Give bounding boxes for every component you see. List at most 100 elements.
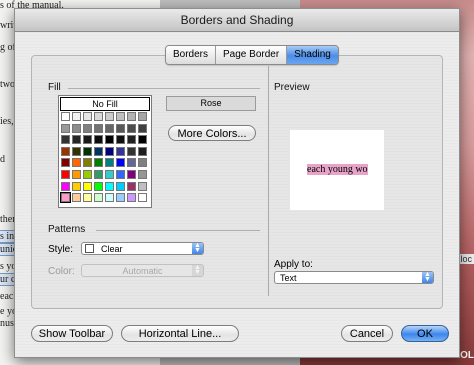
color-swatch[interactable] [94,135,103,145]
color-swatch[interactable] [116,135,125,145]
style-label: Style: [48,244,74,255]
apply-to-value: Text [280,273,297,283]
preview-section-label: Preview [274,82,310,93]
style-popup[interactable]: Clear ▲ ▼ [81,242,204,255]
color-swatch[interactable] [105,158,114,168]
color-swatch[interactable] [116,193,125,203]
ok-button[interactable]: OK [401,325,449,342]
color-swatch[interactable] [83,193,92,203]
color-swatch[interactable] [138,193,147,203]
color-swatch[interactable] [127,146,136,156]
color-swatch[interactable] [138,135,147,145]
popup-arrows-icon: ▲ ▼ [422,271,433,283]
popup-arrows-icon: ▲ ▼ [192,242,203,254]
tab-bar: Borders Page Border Shading [165,45,339,65]
color-swatch[interactable] [105,112,114,121]
color-swatch[interactable] [72,181,81,191]
color-swatch[interactable] [72,112,81,121]
color-swatch[interactable] [61,123,70,133]
color-popup-value: Automatic [122,266,163,276]
preview-sample-text: each young wo [307,164,368,175]
color-swatch[interactable] [94,181,103,191]
color-swatch[interactable] [127,123,136,133]
content-panel: Fill No Fill Rose More Colors... Pattern… [31,55,443,309]
color-swatch[interactable] [94,123,103,133]
color-swatch[interactable] [94,193,103,203]
color-swatch[interactable] [72,170,81,179]
color-swatch[interactable] [105,193,114,203]
color-swatch-grid: No Fill [58,95,152,208]
bg-photo-text: loc [458,254,474,264]
color-swatch[interactable] [138,170,147,179]
horizontal-line-button[interactable]: Horizontal Line... [121,325,239,342]
tab-borders[interactable]: Borders [166,46,217,64]
color-swatch[interactable] [127,158,136,168]
section-divider [268,66,269,296]
color-swatch[interactable] [61,146,70,156]
fill-section-label: Fill [48,82,61,93]
color-swatch[interactable] [83,123,92,133]
no-fill-button[interactable]: No Fill [60,97,150,111]
color-swatch[interactable] [94,112,103,121]
color-swatch[interactable] [83,170,92,179]
color-swatch[interactable] [105,170,114,179]
color-swatch[interactable] [94,146,103,156]
color-swatch[interactable] [83,112,92,121]
color-swatch[interactable] [72,193,81,203]
color-swatch[interactable] [60,192,71,204]
color-swatch[interactable] [138,123,147,133]
color-swatch[interactable] [105,123,114,133]
color-swatch[interactable] [116,123,125,133]
apply-to-popup[interactable]: Text ▲ ▼ [274,271,434,284]
color-swatch[interactable] [83,146,92,156]
color-swatch[interactable] [61,170,70,179]
color-popup[interactable]: Automatic ▲ ▼ [81,264,204,277]
preview-box: each young wo [290,130,384,210]
color-swatch[interactable] [138,146,147,156]
tab-page-border[interactable]: Page Border [216,46,288,64]
color-swatch[interactable] [127,112,136,121]
color-swatch[interactable] [83,135,92,145]
color-swatch[interactable] [127,170,136,179]
color-swatch[interactable] [116,112,125,121]
borders-and-shading-dialog: Borders and Shading Fill No Fill Rose Mo… [14,8,460,358]
color-swatch[interactable] [105,181,114,191]
color-label: Color: [48,266,75,277]
color-swatch[interactable] [116,146,125,156]
color-swatch[interactable] [127,193,136,203]
color-swatch[interactable] [72,146,81,156]
color-swatch[interactable] [127,135,136,145]
bg-doc-line: ur c [0,273,17,286]
color-swatch[interactable] [105,135,114,145]
selected-color-name: Rose [166,96,256,111]
color-swatch[interactable] [116,170,125,179]
color-swatch[interactable] [72,123,81,133]
color-swatch[interactable] [61,181,70,191]
color-swatch[interactable] [127,181,136,191]
color-swatch[interactable] [94,158,103,168]
color-swatch[interactable] [72,135,81,145]
popup-arrows-icon: ▲ ▼ [192,264,203,276]
color-swatch[interactable] [138,181,147,191]
more-colors-button[interactable]: More Colors... [168,125,256,141]
color-swatch[interactable] [83,158,92,168]
style-popup-value: Clear [101,244,123,254]
cancel-button[interactable]: Cancel [341,325,393,342]
color-swatch[interactable] [116,158,125,168]
color-swatch[interactable] [138,112,147,121]
color-swatch[interactable] [83,181,92,191]
color-swatch[interactable] [61,112,70,121]
color-swatch[interactable] [105,146,114,156]
color-swatch[interactable] [61,158,70,168]
patterns-divider [96,230,260,231]
bg-doc-line: s in [0,230,16,243]
color-swatch[interactable] [116,181,125,191]
color-swatch[interactable] [138,158,147,168]
color-swatch[interactable] [94,170,103,179]
clear-pattern-icon [85,244,94,253]
show-toolbar-button[interactable]: Show Toolbar [31,325,113,342]
apply-to-label: Apply to: [274,259,313,270]
color-swatch[interactable] [61,135,70,145]
tab-shading[interactable]: Shading [287,46,338,64]
color-swatch[interactable] [72,158,81,168]
